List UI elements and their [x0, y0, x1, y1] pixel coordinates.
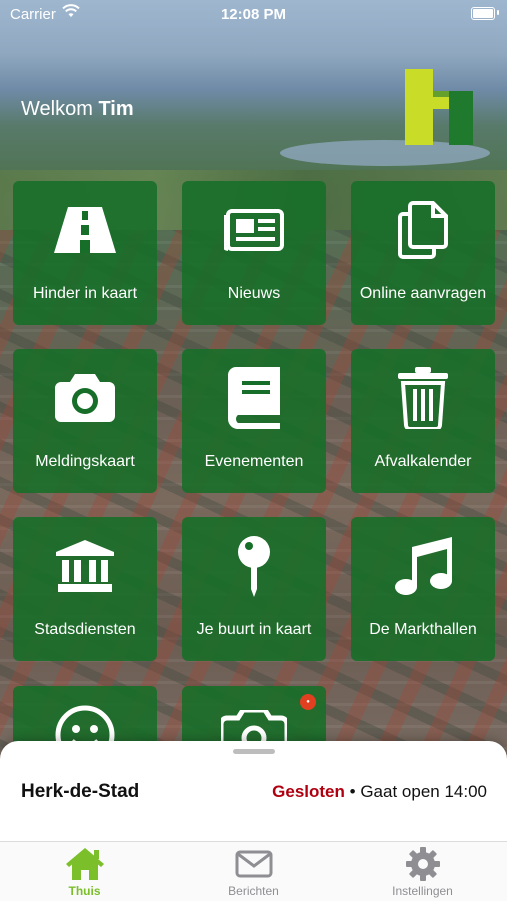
- tile-label: Evenementen: [204, 453, 304, 470]
- town-logo: [405, 69, 473, 145]
- tile-nieuws[interactable]: Nieuws: [182, 181, 326, 325]
- documents-icon: [398, 201, 448, 259]
- tab-label: Berichten: [228, 884, 279, 898]
- tile-label: Online aanvragen: [359, 285, 487, 302]
- camera-icon: [55, 374, 115, 422]
- home-icon: [65, 848, 104, 880]
- welcome-text: Welkom Tim: [21, 98, 134, 121]
- user-name: Tim: [98, 98, 134, 120]
- tile-je-buurt-in-kaart[interactable]: Je buurt in kaart: [182, 517, 326, 661]
- map-pin-icon: [238, 536, 270, 597]
- tile-label: Stadsdiensten: [34, 621, 136, 638]
- tile-online-aanvragen[interactable]: Online aanvragen: [351, 181, 495, 325]
- tile-hinder-in-kaart[interactable]: Hinder in kaart: [13, 181, 157, 325]
- clock: 12:08 PM: [220, 6, 287, 23]
- envelope-icon: [235, 850, 272, 878]
- location-sheet[interactable]: Herk-de-Stad Gesloten • Gaat open 14:00: [0, 741, 507, 841]
- status-separator: •: [349, 782, 356, 801]
- opening-status: Gesloten • Gaat open 14:00: [272, 782, 487, 802]
- tile-label: De Markthallen: [369, 621, 477, 638]
- book-icon: [228, 367, 280, 429]
- tab-bar: Thuis Berichten Instellingen: [0, 841, 507, 901]
- tile-label: Nieuws: [227, 285, 281, 302]
- tab-thuis[interactable]: Thuis: [0, 846, 169, 898]
- opening-time: Gaat open 14:00: [360, 782, 487, 801]
- tile-stadsdiensten[interactable]: Stadsdiensten: [13, 517, 157, 661]
- tile-label: Meldingskaart: [35, 453, 135, 470]
- road-icon: [54, 207, 116, 253]
- greeting-label: Welkom: [21, 98, 93, 120]
- music-note-icon: [395, 537, 452, 595]
- tab-label: Thuis: [68, 884, 101, 898]
- tile-evenementen[interactable]: Evenementen: [182, 349, 326, 493]
- tile-label: Hinder in kaart: [32, 285, 138, 302]
- trash-icon: [398, 367, 448, 429]
- tile-label: Afvalkalender: [374, 453, 472, 470]
- tile-afvalkalender[interactable]: Afvalkalender: [351, 349, 495, 493]
- battery-tip: [497, 10, 499, 15]
- location-name: Herk-de-Stad: [21, 781, 140, 802]
- tab-berichten[interactable]: Berichten: [169, 846, 338, 898]
- new-badge: ●: [300, 694, 316, 710]
- tab-instellingen[interactable]: Instellingen: [338, 846, 507, 898]
- sheet-drag-handle[interactable]: [233, 749, 275, 754]
- tile-meldingskaart[interactable]: Meldingskaart: [13, 349, 157, 493]
- tile-de-markthallen[interactable]: De Markthallen: [351, 517, 495, 661]
- newspaper-icon: [224, 209, 284, 251]
- status-bar: Carrier 12:08 PM: [0, 0, 507, 28]
- tab-label: Instellingen: [392, 884, 453, 898]
- gear-icon: [405, 847, 440, 881]
- building-icon: [56, 540, 114, 592]
- tile-label: Je buurt in kaart: [196, 621, 312, 638]
- closed-status: Gesloten: [272, 782, 345, 801]
- battery-icon: [471, 7, 495, 20]
